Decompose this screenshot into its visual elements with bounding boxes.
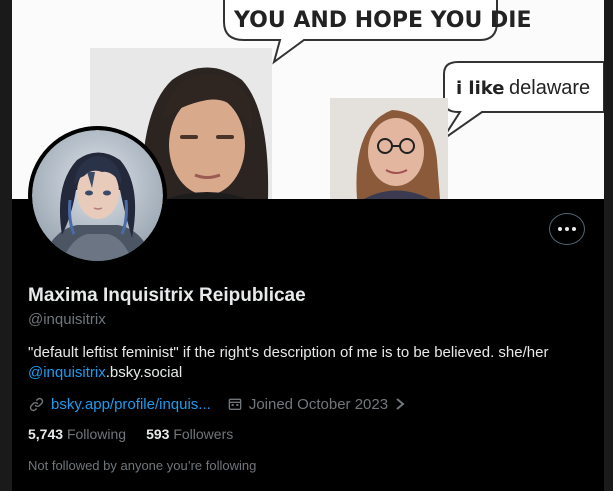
followers-label: Followers xyxy=(173,426,234,442)
avatar[interactable] xyxy=(28,126,167,265)
chevron-right-icon[interactable] xyxy=(394,397,406,411)
calendar-icon xyxy=(228,398,242,410)
profile-joined: Joined October 2023 xyxy=(227,396,406,413)
followers-count-link[interactable]: 593 Followers xyxy=(146,426,233,442)
profile-handle: @inquisitrix xyxy=(28,311,106,328)
profile-display-name: Maxima Inquisitrix Reipublicae xyxy=(28,285,306,306)
bio-mention-suffix: .bsky.social xyxy=(105,364,183,381)
banner-photo-right xyxy=(330,98,448,199)
profile-website-link[interactable]: bsky.app/profile/inquis... xyxy=(28,396,211,413)
following-label: Following xyxy=(66,426,127,442)
bio-mention-link[interactable]: @inquisitrix xyxy=(28,364,106,381)
profile-joined-text: Joined October 2023 xyxy=(248,395,389,413)
bio-second-line: @inquisitrix.bsky.social xyxy=(28,363,604,383)
link-icon xyxy=(29,397,44,411)
profile-stats: 5,743 Following 593 Followers xyxy=(28,426,233,442)
following-count-link[interactable]: 5,743 Following xyxy=(28,426,126,442)
profile-website-text: bsky.app/profile/inquis... xyxy=(51,395,211,413)
banner-bubble-right-prefix: i like xyxy=(456,78,504,99)
window-frame-right xyxy=(604,0,613,491)
banner-bubble-top-text: YOU AND HOPE YOU DIE xyxy=(233,8,532,33)
following-count: 5,743 xyxy=(28,426,64,442)
profile-meta: bsky.app/profile/inquis... Joined Octobe… xyxy=(28,394,406,414)
bio-text: "default leftist feminist" if the right'… xyxy=(28,344,549,361)
banner-bubble-right-word: delaware xyxy=(509,77,590,99)
profile-bio: "default leftist feminist" if the right'… xyxy=(28,343,604,383)
window-frame-left xyxy=(0,0,12,491)
more-horizontal-icon xyxy=(558,227,576,231)
followed-by-note: Not followed by anyone you’re following xyxy=(28,458,257,473)
followers-count: 593 xyxy=(146,426,170,442)
more-options-button[interactable] xyxy=(549,213,585,245)
